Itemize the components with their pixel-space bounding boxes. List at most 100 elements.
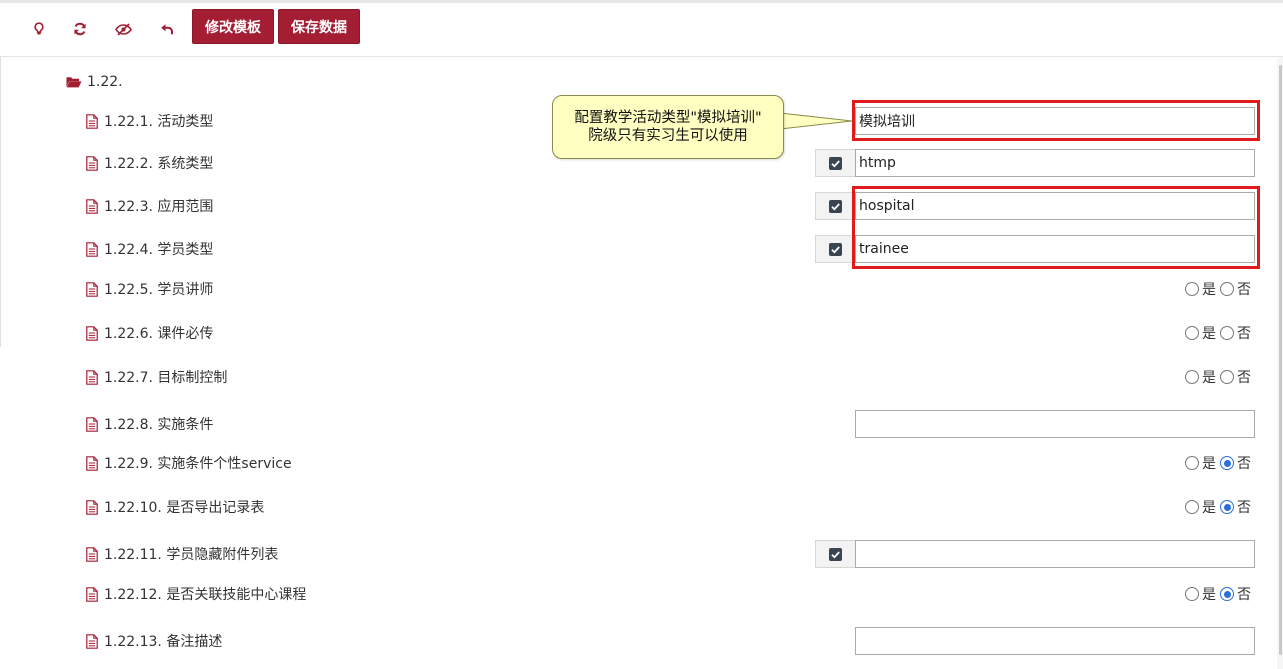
tree-item: 1.22.13. 备注描述: [86, 631, 222, 651]
condition-input[interactable]: [855, 410, 1255, 438]
radio-yes-label: 是: [1202, 500, 1216, 516]
tree-item: 1.22.7. 目标制控制: [86, 367, 227, 387]
tree-item: 1.22.2. 系统类型: [86, 153, 213, 173]
radio-yes[interactable]: [1185, 326, 1199, 340]
radio-no[interactable]: [1220, 282, 1234, 296]
radio-no[interactable]: [1220, 370, 1234, 384]
file-icon: [86, 586, 98, 602]
file-icon: [86, 455, 98, 471]
yes-no-radio-group: 是 否: [1185, 497, 1255, 517]
yes-no-radio-group: 是 否: [1185, 279, 1255, 299]
enable-checkbox[interactable]: [815, 192, 855, 220]
file-icon: [86, 369, 98, 385]
tree-item: 1.22.11. 学员隐藏附件列表: [86, 544, 278, 564]
scrollbar[interactable]: [1277, 57, 1283, 669]
left-border: [0, 57, 1, 347]
callout-pointer: [780, 112, 853, 130]
check-square-icon: [829, 547, 842, 561]
radio-no-label: 否: [1237, 587, 1251, 603]
radio-no-label: 否: [1237, 500, 1251, 516]
radio-yes[interactable]: [1185, 370, 1199, 384]
save-data-button[interactable]: 保存数据: [278, 9, 360, 44]
radio-no-label: 否: [1237, 456, 1251, 472]
check-square-icon: [829, 199, 842, 213]
system-type-input[interactable]: [855, 149, 1255, 177]
tree-item-label: 1.22.10. 是否导出记录表: [104, 500, 265, 516]
radio-no[interactable]: [1220, 456, 1234, 470]
file-icon: [86, 633, 98, 649]
trainee-type-input[interactable]: [855, 235, 1255, 263]
edit-template-button[interactable]: 修改模板: [192, 9, 274, 44]
file-icon: [86, 499, 98, 515]
tree-item-label: 1.22.1. 活动类型: [104, 114, 214, 130]
radio-yes-label: 是: [1202, 587, 1216, 603]
tree-item-label: 1.22.8. 实施条件: [104, 417, 214, 433]
enable-checkbox[interactable]: [815, 235, 855, 263]
yes-no-radio-group: 是 否: [1185, 323, 1255, 343]
tree-item: 1.22.10. 是否导出记录表: [86, 497, 264, 517]
file-icon: [86, 198, 98, 214]
scrollbar-thumb[interactable]: [1279, 65, 1282, 655]
file-icon: [86, 546, 98, 562]
radio-no[interactable]: [1220, 587, 1234, 601]
tree-item-label: 1.22.13. 备注描述: [104, 634, 223, 650]
tree-item-label: 1.22.9. 实施条件个性service: [104, 456, 292, 472]
tree-item-label: 1.22.3. 应用范围: [104, 199, 214, 215]
yes-no-radio-group: 是 否: [1185, 367, 1255, 387]
radio-no[interactable]: [1220, 500, 1234, 514]
callout-line-1: 配置教学活动类型"模拟培训": [574, 110, 762, 126]
radio-yes[interactable]: [1185, 456, 1199, 470]
toolbar: 修改模板 保存数据: [0, 3, 1283, 57]
tree-content: 1.22. 1.22.1. 活动类型 1.22.2. 系统类型 1.22.3. …: [0, 57, 1283, 669]
file-icon: [86, 113, 98, 129]
tree-item: 1.22.5. 学员讲师: [86, 279, 213, 299]
yes-no-radio-group: 是 否: [1185, 584, 1255, 604]
remarks-input[interactable]: [855, 627, 1255, 655]
callout-line-2: 院级只有实习生可以使用: [588, 128, 748, 144]
folder-open-icon: [66, 77, 82, 88]
scope-input[interactable]: [855, 192, 1255, 220]
eye-slash-icon[interactable]: [105, 12, 141, 46]
radio-yes-label: 是: [1202, 326, 1216, 342]
radio-yes[interactable]: [1185, 282, 1199, 296]
tree-item: 1.22.6. 课件必传: [86, 323, 213, 343]
tree-item-label: 1.22.6. 课件必传: [104, 326, 214, 342]
tree-item-label: 1.22.2. 系统类型: [104, 156, 214, 172]
annotation-callout: 配置教学活动类型"模拟培训" 院级只有实习生可以使用: [552, 95, 784, 159]
radio-yes-label: 是: [1202, 282, 1216, 298]
tree-item: 1.22.1. 活动类型: [86, 111, 213, 131]
tree-group-label: 1.22.: [87, 74, 123, 90]
file-icon: [86, 241, 98, 257]
yes-no-radio-group: 是 否: [1185, 453, 1255, 473]
tree-item: 1.22.12. 是否关联技能中心课程: [86, 584, 306, 604]
tree-item: 1.22.8. 实施条件: [86, 414, 213, 434]
file-icon: [86, 416, 98, 432]
file-icon: [86, 155, 98, 171]
radio-no-label: 否: [1237, 326, 1251, 342]
tree-item: 1.22.3. 应用范围: [86, 196, 213, 216]
enable-checkbox[interactable]: [815, 149, 855, 177]
tree-item-label: 1.22.5. 学员讲师: [104, 282, 214, 298]
tree-item: 1.22.4. 学员类型: [86, 239, 213, 259]
tree-item-label: 1.22.12. 是否关联技能中心课程: [104, 587, 307, 603]
radio-no-label: 否: [1237, 282, 1251, 298]
radio-no[interactable]: [1220, 326, 1234, 340]
check-square-icon: [829, 156, 842, 170]
radio-yes[interactable]: [1185, 500, 1199, 514]
tree-group[interactable]: 1.22.: [66, 72, 123, 92]
lightbulb-icon[interactable]: [21, 12, 57, 46]
tree-item: 1.22.9. 实施条件个性service: [86, 453, 292, 473]
radio-yes[interactable]: [1185, 587, 1199, 601]
file-icon: [86, 325, 98, 341]
tree-item-label: 1.22.11. 学员隐藏附件列表: [104, 547, 279, 563]
tree-item-label: 1.22.7. 目标制控制: [104, 370, 228, 386]
activity-type-input[interactable]: [855, 107, 1255, 135]
file-icon: [86, 281, 98, 297]
enable-checkbox[interactable]: [815, 540, 855, 568]
refresh-icon[interactable]: [62, 12, 98, 46]
tree-item-label: 1.22.4. 学员类型: [104, 242, 214, 258]
check-square-icon: [829, 242, 842, 256]
radio-yes-label: 是: [1202, 370, 1216, 386]
hidden-attachments-input[interactable]: [855, 540, 1255, 568]
undo-icon[interactable]: [149, 12, 185, 46]
